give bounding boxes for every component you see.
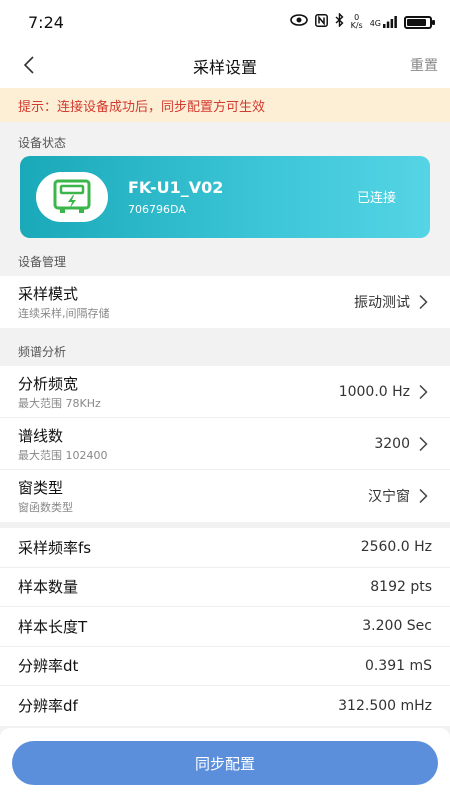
device-avatar (36, 172, 108, 222)
spectrum-list: 分析频宽 最大范围 78KHz 1000.0 Hz 谱线数 最大范围 10240… (0, 366, 450, 522)
spectral-lines-row[interactable]: 谱线数 最大范围 102400 3200 (0, 418, 450, 470)
window-type-row[interactable]: 窗类型 窗函数类型 汉宁窗 (0, 470, 450, 522)
param-value: 3.200 Sec (362, 618, 432, 635)
battery-icon (404, 15, 435, 29)
row-value: 汉宁窗 (368, 489, 410, 505)
management-list: 采样模式 连续采样,间隔存储 振动测试 (0, 276, 450, 328)
row-value: 振动测试 (354, 295, 410, 311)
sample-mode-row[interactable]: 采样模式 连续采样,间隔存储 振动测试 (0, 276, 450, 328)
row-subtitle: 最大范围 102400 (18, 448, 108, 462)
param-value: 2560.0 Hz (360, 539, 432, 556)
param-value: 0.391 mS (364, 657, 432, 674)
signal-icon: 4G (370, 16, 397, 28)
param-title: 样本数量 (18, 578, 79, 597)
status-icons: 0 K/s 4G (289, 12, 435, 31)
param-title: 分辨率dt (18, 657, 79, 676)
chevron-right-icon (418, 435, 432, 453)
page-title: 采样设置 (192, 58, 257, 77)
device-card[interactable]: FK-U1_V02 706796DA 已连接 (20, 156, 430, 238)
meter-device-icon (53, 179, 91, 213)
param-row-dt: 分辨率dt 0.391 mS (0, 647, 450, 686)
chevron-left-icon (23, 56, 34, 74)
nav-bar: 采样设置 重置 (0, 44, 450, 88)
row-title: 谱线数 (18, 426, 64, 445)
net-speed: 0 K/s (350, 13, 363, 30)
param-title: 分辨率df (18, 697, 78, 716)
param-row-sample-count: 样本数量 8192 pts (0, 568, 450, 607)
device-id: 706796DA (128, 203, 186, 216)
row-subtitle: 最大范围 78KHz (18, 396, 101, 410)
eye-icon (289, 14, 308, 30)
status-bar: 7:24 0 K/s 4G (0, 0, 450, 44)
back-button[interactable] (14, 50, 44, 80)
param-row-sample-length: 样本长度T 3.200 Sec (0, 607, 450, 647)
reset-button[interactable]: 重置 (410, 55, 438, 75)
row-title: 分析频宽 (18, 374, 79, 393)
section-label-spectrum: 频谱分析 (18, 345, 67, 359)
chevron-right-icon (418, 383, 432, 401)
row-value: 1000.0 Hz (338, 383, 410, 400)
chevron-right-icon (418, 293, 432, 311)
sync-config-button[interactable]: 同步配置 (12, 741, 438, 785)
row-title: 窗类型 (18, 479, 64, 497)
connection-status: 已连接 (356, 191, 396, 206)
row-title: 采样模式 (18, 285, 79, 303)
tip-banner: 提示：连接设备成功后，同步配置方可生效 (0, 88, 450, 122)
row-subtitle: 窗函数类型 (18, 501, 73, 514)
section-label-device-management: 设备管理 (18, 255, 67, 269)
param-row-fs: 采样频率fs 2560.0 Hz (0, 528, 450, 568)
status-time: 7:24 (28, 12, 64, 32)
row-value: 3200 (374, 435, 410, 452)
param-title: 样本长度T (18, 617, 88, 636)
param-row-df: 分辨率df 312.500 mHz (0, 686, 450, 726)
section-label-device-status: 设备状态 (18, 136, 67, 150)
param-value: 8192 pts (370, 578, 432, 595)
bandwidth-row[interactable]: 分析频宽 最大范围 78KHz 1000.0 Hz (0, 366, 450, 418)
device-name: FK-U1_V02 (128, 178, 224, 197)
param-title: 采样频率fs (18, 538, 92, 557)
chevron-right-icon (418, 487, 432, 505)
param-value: 312.500 mHz (338, 697, 432, 714)
bottom-bar: 同步配置 (0, 728, 450, 800)
nfc-icon (314, 13, 328, 31)
row-subtitle: 连续采样,间隔存储 (18, 307, 110, 320)
bluetooth-icon (335, 12, 344, 31)
params-list: 采样频率fs 2560.0 Hz 样本数量 8192 pts 样本长度T 3.2… (0, 528, 450, 726)
